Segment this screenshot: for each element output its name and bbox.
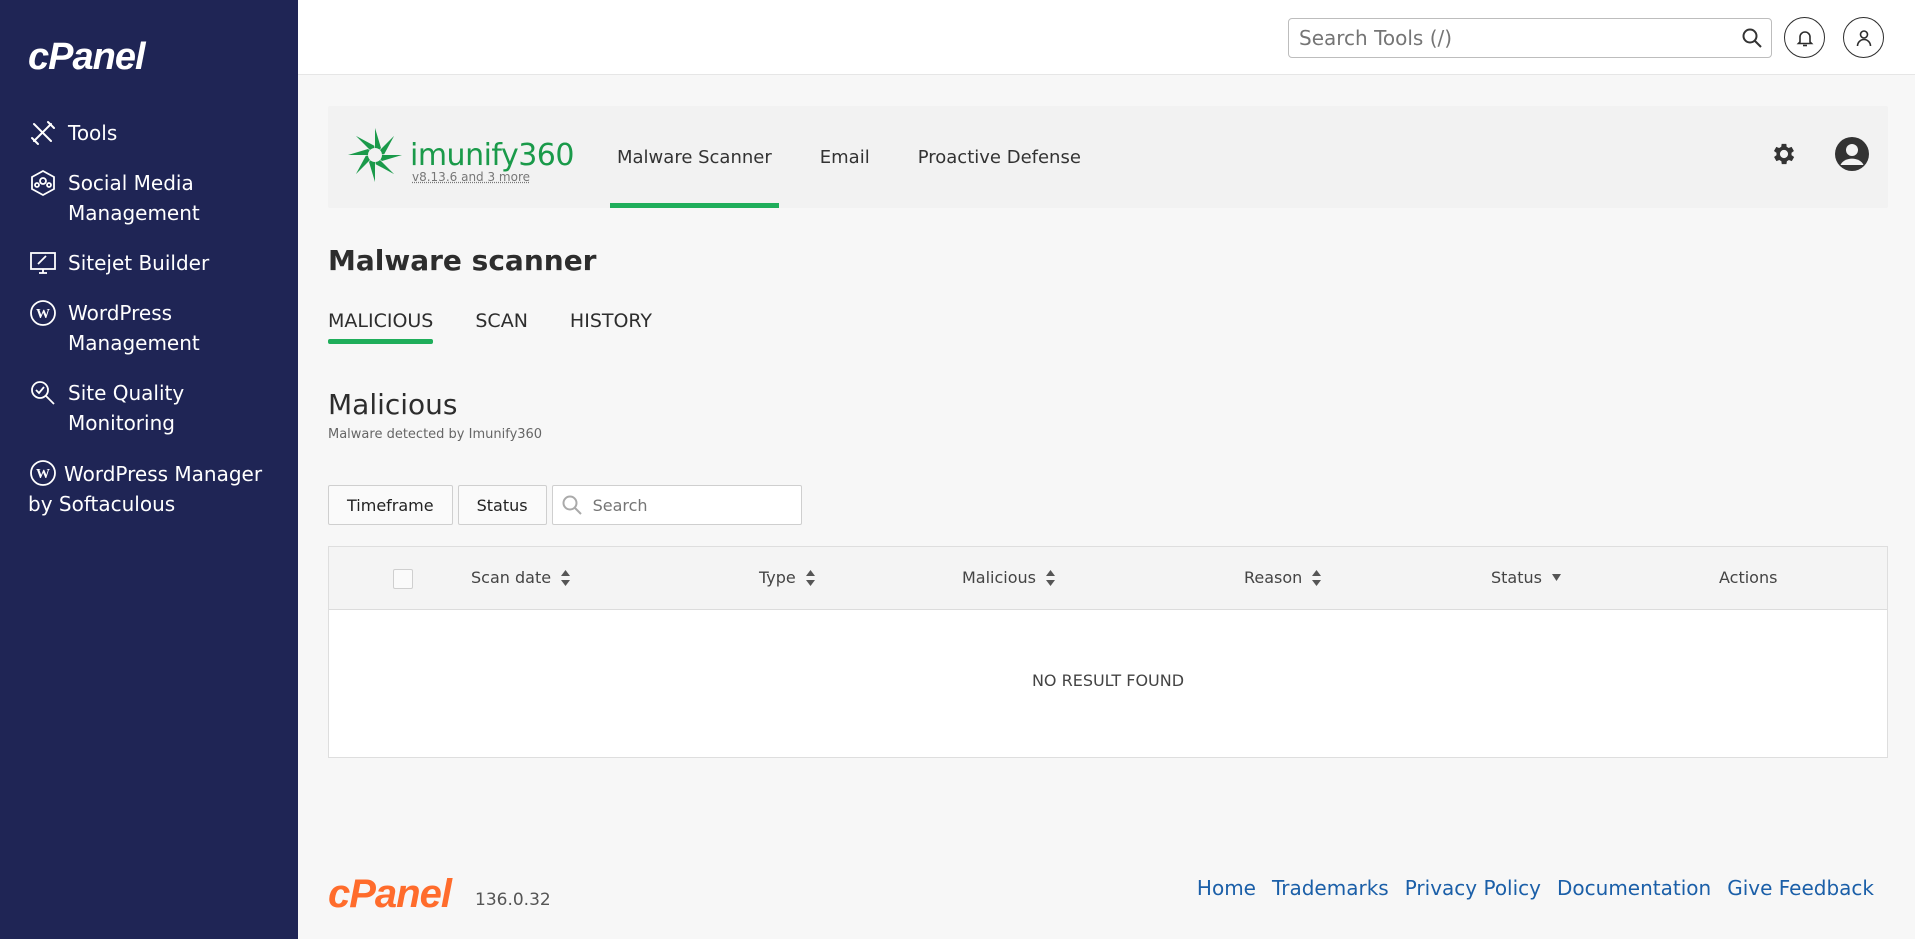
sidebar: cPanel Tools Social Media Management Sit… <box>0 0 298 939</box>
table-search-input[interactable] <box>592 495 793 515</box>
search-tools-box <box>1288 18 1772 58</box>
sidebar-item-wordpress-management[interactable]: W WordPress Management <box>28 298 288 358</box>
footer-link-home[interactable]: Home <box>1197 876 1256 900</box>
column-label: Malicious <box>962 568 1037 587</box>
bell-icon <box>1796 30 1813 46</box>
imunify-logo-icon <box>348 128 402 182</box>
select-all-checkbox[interactable] <box>393 569 413 589</box>
wordpress-icon: W <box>28 298 58 328</box>
column-status[interactable]: Status <box>1491 568 1561 587</box>
sidebar-item-label: WordPress Management <box>68 301 200 355</box>
tab-proactive-defense[interactable]: Proactive Defense <box>911 106 1088 208</box>
cpanel-logo[interactable]: cPanel <box>28 36 146 79</box>
gear-icon[interactable] <box>1770 140 1798 168</box>
search-tools-input[interactable] <box>1289 19 1719 57</box>
notifications-button[interactable] <box>1784 17 1825 58</box>
timeframe-button[interactable]: Timeframe <box>328 485 453 525</box>
filter-bar: Timeframe Status <box>328 485 802 525</box>
search-icon[interactable] <box>1741 27 1763 49</box>
tab-scan[interactable]: SCAN <box>475 310 528 340</box>
column-label: Actions <box>1719 568 1778 587</box>
sub-tabs: MALICIOUS SCAN HISTORY <box>328 310 694 344</box>
column-malicious[interactable]: Malicious <box>962 568 1056 587</box>
column-actions: Actions <box>1719 568 1777 587</box>
footer-link-trademarks[interactable]: Trademarks <box>1272 876 1389 900</box>
column-type[interactable]: Type <box>759 568 815 587</box>
sidebar-item-label: Sitejet Builder <box>68 251 210 275</box>
sidebar-item-label: Site Quality Monitoring <box>68 381 185 435</box>
user-menu-button[interactable] <box>1843 17 1884 58</box>
tools-icon <box>28 118 58 148</box>
sort-icon <box>1312 569 1322 586</box>
page-title: Malware scanner <box>328 244 597 277</box>
sort-icon <box>561 569 571 586</box>
sidebar-nav: Tools Social Media Management Sitejet Bu… <box>28 118 288 539</box>
user-icon <box>1856 29 1871 46</box>
imunify-name: imunify360 <box>410 137 574 173</box>
footer-link-privacy-policy[interactable]: Privacy Policy <box>1405 876 1541 900</box>
social-media-icon <box>28 168 58 198</box>
sort-down-icon <box>1551 574 1561 581</box>
sidebar-item-label: Social Media Management <box>68 171 200 225</box>
table-search-box <box>551 485 802 525</box>
imunify-tabs: Malware Scanner Email Proactive Defense <box>610 106 1122 208</box>
column-reason[interactable]: Reason <box>1244 568 1322 587</box>
malicious-table: Scan date Type Malicious Reason Status A… <box>328 546 1888 758</box>
sort-icon <box>805 569 815 586</box>
imunify-version[interactable]: v8.13.6 and 3 more <box>412 170 530 184</box>
footer-link-give-feedback[interactable]: Give Feedback <box>1727 876 1874 900</box>
svg-text:W: W <box>36 307 50 322</box>
tab-malware-scanner[interactable]: Malware Scanner <box>610 106 779 208</box>
table-header: Scan date Type Malicious Reason Status A… <box>329 547 1887 610</box>
sort-icon <box>1046 569 1056 586</box>
footer-cpanel-logo[interactable]: cPanel <box>328 872 452 917</box>
tab-history[interactable]: HISTORY <box>570 310 652 340</box>
sidebar-item-social-media-management[interactable]: Social Media Management <box>28 168 288 228</box>
column-scan-date[interactable]: Scan date <box>471 568 571 587</box>
footer-links: Home Trademarks Privacy Policy Documenta… <box>1181 876 1874 900</box>
section-title: Malicious <box>328 388 458 421</box>
sidebar-item-label: WordPress Manager by Softaculous <box>28 462 263 516</box>
sidebar-item-wordpress-manager-softaculous[interactable]: W WordPress Manager by Softaculous <box>28 458 288 519</box>
search-icon <box>562 495 582 515</box>
footer-version: 136.0.32 <box>475 890 551 910</box>
wordpress-icon: W <box>28 458 58 488</box>
column-label: Status <box>1491 568 1542 587</box>
svg-text:W: W <box>36 467 50 482</box>
sidebar-item-tools[interactable]: Tools <box>28 118 288 148</box>
tab-malicious[interactable]: MALICIOUS <box>328 310 434 344</box>
tab-email[interactable]: Email <box>813 106 877 208</box>
empty-state: NO RESULT FOUND <box>1031 671 1185 690</box>
column-label: Reason <box>1244 568 1303 587</box>
sitejet-icon <box>28 248 58 278</box>
imunify-header: imunify360 v8.13.6 and 3 more Malware Sc… <box>328 106 1888 208</box>
site-quality-icon <box>28 378 58 408</box>
top-header <box>298 0 1915 75</box>
footer-link-documentation[interactable]: Documentation <box>1557 876 1711 900</box>
status-filter-button[interactable]: Status <box>457 485 547 525</box>
column-label: Scan date <box>471 568 552 587</box>
sidebar-item-label: Tools <box>68 121 118 145</box>
sidebar-item-site-quality-monitoring[interactable]: Site Quality Monitoring <box>28 378 288 438</box>
avatar[interactable] <box>1834 136 1870 172</box>
sidebar-item-sitejet-builder[interactable]: Sitejet Builder <box>28 248 288 278</box>
section-subtitle: Malware detected by Imunify360 <box>328 427 543 442</box>
column-label: Type <box>759 568 796 587</box>
